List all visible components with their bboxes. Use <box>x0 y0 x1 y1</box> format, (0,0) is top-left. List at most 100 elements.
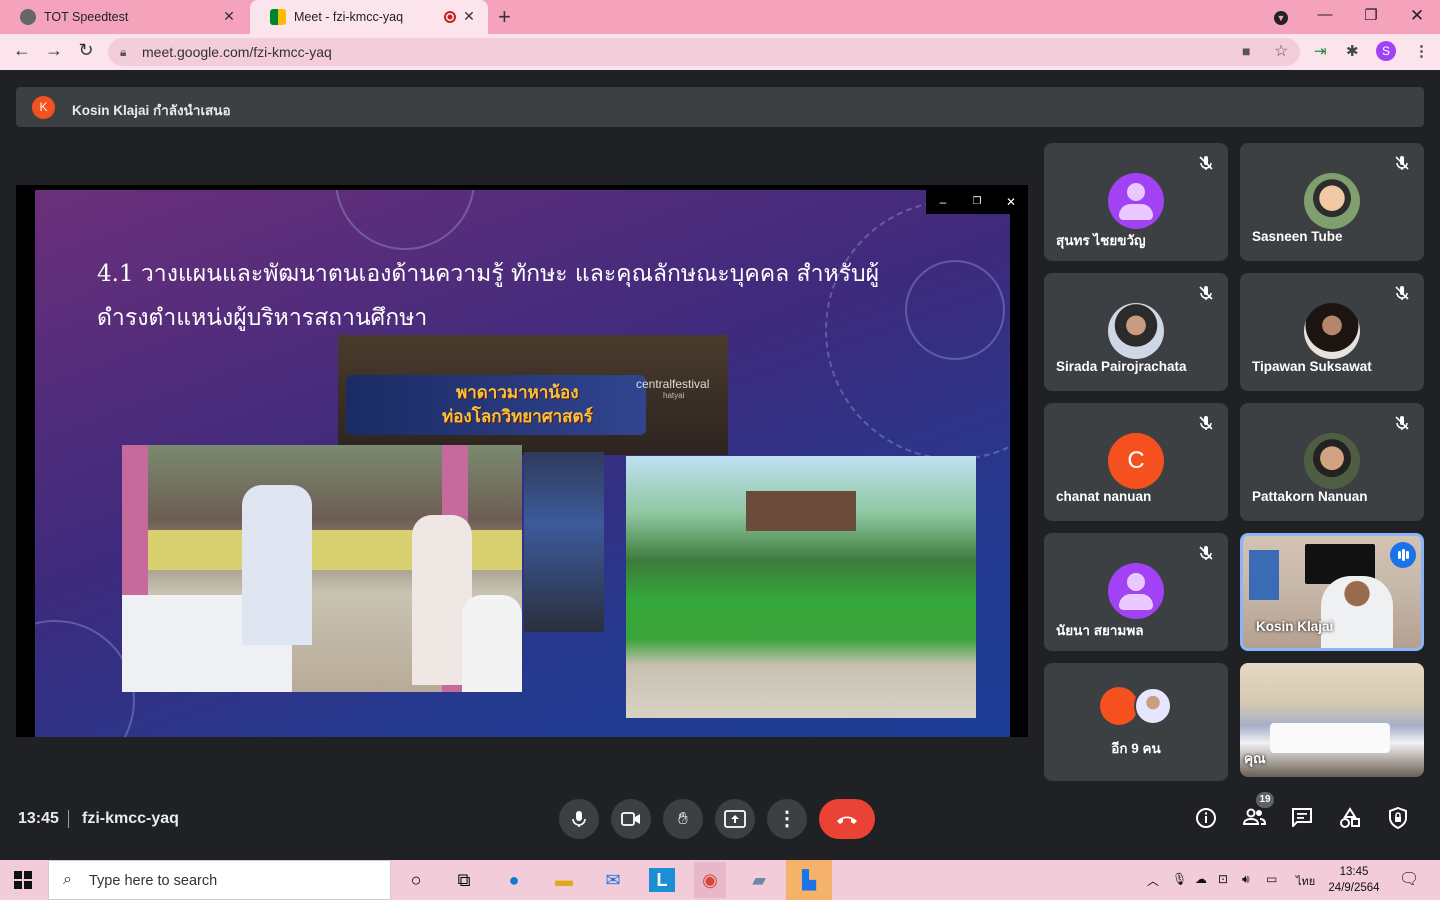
address-bar[interactable]: 🔒︎ meet.google.com/fzi-kmcc-yaq ■ ☆ <box>108 38 1300 66</box>
present-button[interactable] <box>715 799 755 839</box>
photo-ceremony <box>122 445 522 692</box>
slide-restore-icon[interactable]: ❐ <box>960 190 994 214</box>
people-icon <box>1242 808 1267 825</box>
recording-indicator-icon <box>444 11 456 23</box>
tray-network-icon[interactable]: ⊡ <box>1218 872 1228 886</box>
extension-arrow-icon[interactable]: ⇥ <box>1314 42 1327 60</box>
activities-button[interactable] <box>1337 807 1363 833</box>
search-icon: ⌕ <box>63 871 72 888</box>
leave-call-button[interactable] <box>819 799 875 839</box>
participant-name: Kosin Klajai <box>1256 619 1334 634</box>
taskbar-search-box[interactable]: ⌕ Type here to search <box>48 860 391 900</box>
tab-meet[interactable]: Meet - fzi-kmcc-yaq ✕ <box>250 0 488 34</box>
chat-button[interactable] <box>1289 807 1315 833</box>
browser-menu-icon[interactable]: ⋮ <box>1414 42 1429 60</box>
participant-tile[interactable]: Sasneen Tube <box>1240 143 1424 261</box>
onedrive-icon[interactable]: ☁ <box>1195 872 1207 886</box>
reload-icon[interactable]: ↻ <box>74 40 98 61</box>
extensions-puzzle-icon[interactable]: ✱ <box>1346 42 1359 60</box>
url-text[interactable]: meet.google.com/fzi-kmcc-yaq <box>142 44 332 60</box>
photo-event-banner: พาดาวมาหาน้อง ท่องโลกวิทยาศาสตร์ central… <box>338 335 728 455</box>
speedtest-favicon-icon <box>20 9 36 25</box>
lock-icon[interactable]: 🔒︎ <box>120 45 126 60</box>
windows-start-icon[interactable] <box>14 871 32 889</box>
avatar-person-icon <box>1108 563 1164 619</box>
slide-close-icon[interactable]: ✕ <box>994 190 1028 214</box>
notifications-icon[interactable]: 🗨︎ <box>1399 869 1419 889</box>
participant-name: chanat nanuan <box>1056 489 1152 504</box>
line-app-icon[interactable]: L <box>649 868 675 892</box>
bookmark-star-icon[interactable]: ☆ <box>1274 41 1288 61</box>
browser-toolbar: ← → ↻ 🔒︎ meet.google.com/fzi-kmcc-yaq ■ … <box>0 34 1440 70</box>
close-tab-icon[interactable]: ✕ <box>460 8 478 25</box>
meet-favicon-icon <box>270 9 286 25</box>
more-participants-label: อีก 9 คน <box>1111 741 1161 756</box>
photo-students-group <box>626 456 976 718</box>
participant-name: Tipawan Suksawat <box>1252 359 1372 374</box>
restore-icon[interactable]: ❐ <box>1356 6 1386 24</box>
edge-icon[interactable]: ● <box>498 866 530 894</box>
task-view-icon[interactable]: ⧉ <box>448 866 480 894</box>
presenting-banner: K Kosin Klajai กำลังนำเสนอ <box>16 87 1424 127</box>
brand-subtext: hatyai <box>663 391 685 400</box>
participant-tile[interactable]: C chanat nanuan <box>1044 403 1228 521</box>
tab-title: Meet - fzi-kmcc-yaq <box>294 10 404 24</box>
profile-avatar[interactable]: S <box>1376 41 1396 61</box>
participant-tile[interactable]: Pattakorn Nanuan <box>1240 403 1424 521</box>
close-window-icon[interactable]: ✕ <box>1402 6 1432 26</box>
new-tab-plus-icon[interactable]: + <box>498 4 511 30</box>
photos-app-icon[interactable]: ▙ <box>786 860 832 900</box>
activities-shapes-icon <box>1340 807 1360 828</box>
self-view-tile[interactable]: คุณ <box>1240 663 1424 777</box>
participant-tile-speaking[interactable]: Kosin Klajai <box>1240 533 1424 651</box>
more-participants-tile[interactable]: อีก 9 คน <box>1044 663 1228 781</box>
host-controls-button[interactable] <box>1385 806 1411 833</box>
forward-arrow-icon[interactable]: → <box>42 40 66 61</box>
mic-off-icon <box>1395 416 1409 430</box>
participant-tile[interactable]: Sirada Pairojrachata <box>1044 273 1228 391</box>
camera-in-use-icon[interactable]: ■ <box>1242 43 1250 59</box>
present-screen-icon <box>724 810 746 828</box>
meeting-code: fzi-kmcc-yaq <box>82 810 179 827</box>
close-tab-icon[interactable]: ✕ <box>220 8 238 25</box>
chrome-icon[interactable]: ◉ <box>694 862 726 898</box>
people-button[interactable] <box>1241 807 1267 833</box>
participant-name: สุนทร ไชยขวัญ <box>1056 233 1146 248</box>
tray-chevron-icon[interactable]: ︿ <box>1147 872 1159 889</box>
participant-tile[interactable]: สุนทร ไชยขวัญ <box>1044 143 1228 261</box>
cortana-icon[interactable]: ○ <box>400 866 432 894</box>
participant-name: Sirada Pairojrachata <box>1056 359 1187 374</box>
participant-tile[interactable]: นัยนา สยามพล <box>1044 533 1228 651</box>
input-language[interactable]: ไทย <box>1296 872 1315 890</box>
volume-icon[interactable]: 🔊︎ <box>1242 872 1250 887</box>
photo-person <box>462 595 522 692</box>
microphone-icon <box>572 811 586 827</box>
avatar-photo <box>1304 433 1360 489</box>
mail-icon[interactable]: ✉ <box>597 866 629 894</box>
back-arrow-icon[interactable]: ← <box>10 40 34 61</box>
mic-off-icon <box>1395 156 1409 170</box>
tab-search-chevron-icon[interactable]: ▼ <box>1266 8 1296 25</box>
more-options-button[interactable]: ⋮ <box>767 799 807 839</box>
minimize-icon[interactable]: — <box>1310 6 1340 23</box>
taskbar-clock[interactable]: 13:45 24/9/2564 <box>1320 864 1388 896</box>
participant-name: Pattakorn Nanuan <box>1252 489 1368 504</box>
app-book-icon[interactable]: ▰ <box>743 866 775 894</box>
decor-ring <box>335 190 475 250</box>
hang-up-icon <box>837 816 857 824</box>
windows-taskbar: ⌕ Type here to search ○ ⧉ ● ▬ ✉ L ◉ ▰ ▙ … <box>0 860 1440 900</box>
tray-mic-icon[interactable]: 🎙︎ <box>1172 872 1187 886</box>
info-icon <box>1196 808 1216 828</box>
camera-button[interactable] <box>611 799 651 839</box>
microphone-button[interactable] <box>559 799 599 839</box>
slide-minimize-icon[interactable]: – <box>926 190 960 214</box>
tab-tot-speedtest[interactable]: TOT Speedtest ✕ <box>0 0 248 34</box>
file-explorer-icon[interactable]: ▬ <box>548 866 580 894</box>
shared-slide: 4.1 วางแผนและพัฒนาตนเองด้านความรู้ ทักษะ… <box>35 190 1010 737</box>
meeting-details-button[interactable] <box>1193 807 1219 833</box>
display-icon[interactable]: ▭ <box>1266 872 1277 886</box>
video-poster <box>1249 550 1279 600</box>
avatar-person-icon <box>1108 173 1164 229</box>
participant-tile[interactable]: Tipawan Suksawat <box>1240 273 1424 391</box>
raise-hand-button[interactable]: ✋︎ <box>663 799 703 839</box>
